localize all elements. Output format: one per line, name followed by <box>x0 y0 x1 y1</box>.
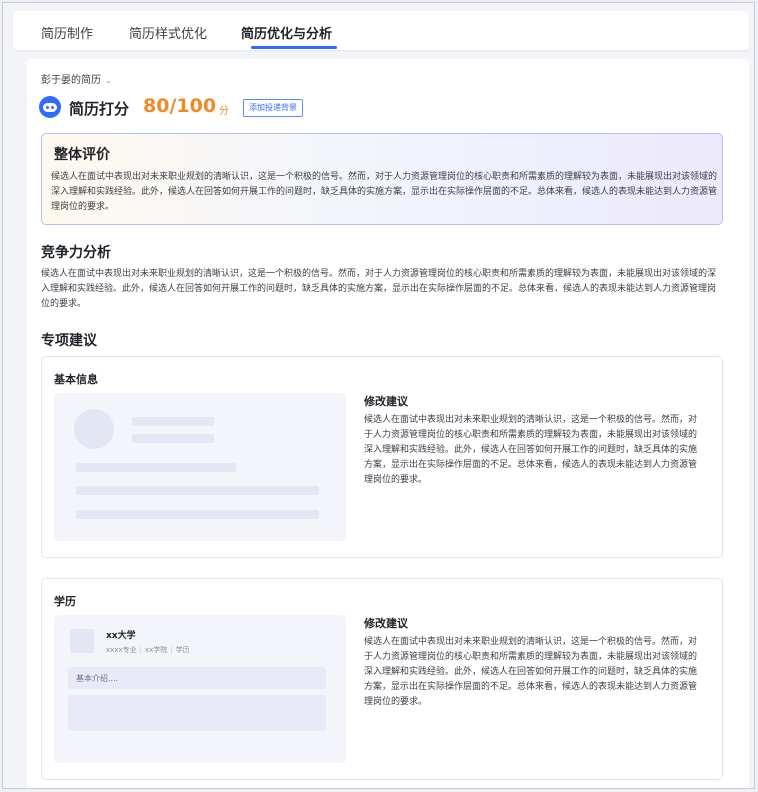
school-logo-placeholder <box>70 629 94 653</box>
skeleton-line <box>132 417 214 426</box>
resume-selector[interactable]: 彭于晏的简历 ⌄ <box>41 71 112 86</box>
intro-field[interactable]: 基本介绍.... <box>68 667 326 689</box>
avatar-placeholder <box>74 409 114 449</box>
advice-text: 候选人在面试中表现出对未来职业规划的清晰认识，这是一个积极的信号。然而，对于人力… <box>364 637 698 707</box>
active-tab-indicator <box>251 46 337 49</box>
degree: 学历 <box>175 646 190 654</box>
score-unit: 分 <box>219 106 229 117</box>
analysis-panel: 彭于晏的简历 ⌄ 简历打分 80/100 分 添加投递背景 整体评价 候选人在面试… <box>27 59 749 788</box>
skeleton-line <box>132 434 214 443</box>
add-background-button[interactable]: 添加投递背景 <box>243 99 303 117</box>
tab-resume-style[interactable]: 简历样式优化 <box>129 23 207 42</box>
advice-title: 修改建议 <box>364 617 408 630</box>
intro-content-placeholder <box>68 695 326 731</box>
education-meta: xxxx专业 | xx学院 | 学历 <box>106 646 190 654</box>
major: xxxx专业 <box>106 646 137 654</box>
chevron-down-icon: ⌄ <box>105 76 112 85</box>
robot-icon <box>39 96 61 118</box>
education-title: 学历 <box>54 595 76 608</box>
skeleton-line <box>76 486 319 495</box>
tab-resume-create[interactable]: 简历制作 <box>41 23 93 42</box>
skeleton-line <box>76 510 319 519</box>
advice-text: 候选人在面试中表现出对未来职业规划的清晰认识，这是一个积极的信号。然而，对于人力… <box>364 415 698 485</box>
competitiveness-title: 竞争力分析 <box>41 245 111 261</box>
basic-info-preview <box>54 393 346 541</box>
advice-title: 修改建议 <box>364 395 408 408</box>
specific-advice-title: 专项建议 <box>41 333 97 349</box>
basic-info-title: 基本信息 <box>54 373 98 386</box>
overall-evaluation-title: 整体评价 <box>54 147 110 163</box>
basic-info-card: 基本信息 修改建议 候选人在面试中表现出对未来职业规划的清晰认识，这是一个积极的… <box>41 356 723 558</box>
competitiveness-text: 候选人在面试中表现出对未来职业规划的清晰认识，这是一个积极的信号。然而，对于人力… <box>41 269 717 309</box>
tab-resume-analysis[interactable]: 简历优化与分析 <box>241 23 332 42</box>
resume-owner-label: 彭于晏的简历 <box>41 75 101 86</box>
education-card: 学历 xx大学 xxxx专业 | xx学院 | 学历 基本介绍.... 修改建议 候选人… <box>41 578 723 780</box>
education-preview: xx大学 xxxx专业 | xx学院 | 学历 基本介绍.... <box>54 615 346 763</box>
score-value: 80/100 <box>143 95 217 117</box>
score-row: 简历打分 80/100 分 添加投递背景 <box>39 95 439 121</box>
overall-evaluation-text: 候选人在面试中表现出对未来职业规划的清晰认识，这是一个积极的信号。然而，对于人力… <box>51 172 718 212</box>
top-tab-bar: 简历制作 简历样式优化 简历优化与分析 <box>13 11 749 50</box>
college: xx学院 <box>144 646 168 654</box>
overall-evaluation-card: 整体评价 候选人在面试中表现出对未来职业规划的清晰认识，这是一个积极的信号。然而… <box>41 133 723 225</box>
app-frame: 简历制作 简历样式优化 简历优化与分析 彭于晏的简历 ⌄ 简历打分 80/100 … <box>2 2 755 789</box>
school-name: xx大学 <box>106 631 136 641</box>
score-label: 简历打分 <box>69 100 130 118</box>
skeleton-line <box>76 463 236 472</box>
